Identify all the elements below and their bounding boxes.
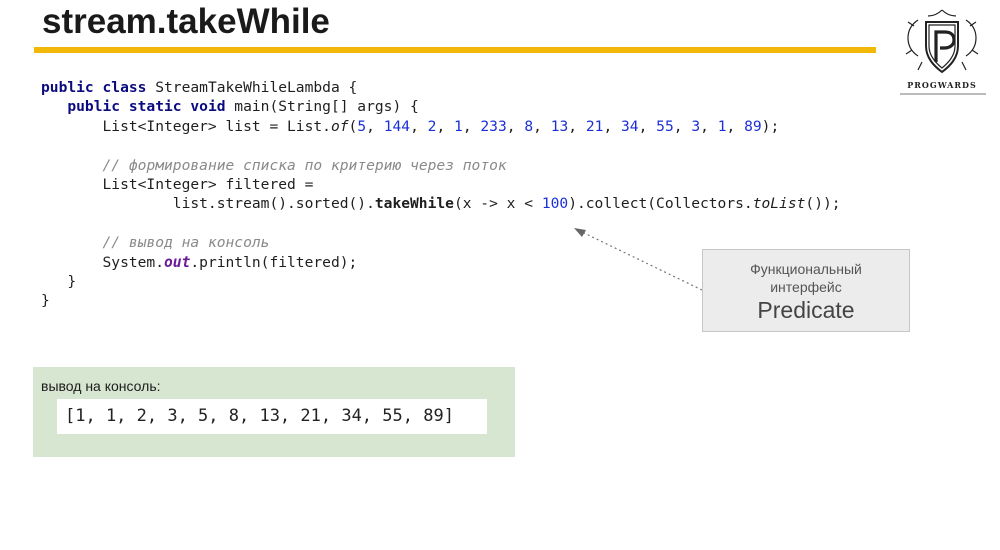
code-text: StreamTakeWhileLambda { <box>146 79 358 96</box>
code-number: 55 <box>656 117 674 135</box>
code-number: 1 <box>454 117 463 135</box>
callout-line-3: Predicate <box>757 297 855 323</box>
code-comment: // вывод на консоль <box>102 234 270 252</box>
code-line-2: public static void main(String[] args) { <box>41 97 841 116</box>
code-number: 100 <box>541 195 569 213</box>
code-keyword: public static void <box>67 98 226 116</box>
code-method: of <box>330 117 349 135</box>
code-number: 233 <box>480 117 507 135</box>
code-number: 34 <box>621 117 639 135</box>
callout-line-1: Функциональный <box>750 261 862 277</box>
code-comment: // формирование списка по критерию через… <box>102 156 507 174</box>
console-output-value: [1, 1, 2, 3, 5, 8, 13, 21, 34, 55, 89] <box>65 406 454 426</box>
code-field: out <box>164 253 191 271</box>
code-keyword: public class <box>41 79 147 96</box>
callout-line-2: интерфейс <box>770 279 842 295</box>
code-text: main(String[] args) { <box>225 98 419 116</box>
slide-title: stream.takeWhile <box>42 2 330 41</box>
code-number: 5 <box>357 117 367 135</box>
code-number: 13 <box>550 117 569 135</box>
code-line-3: List<Integer> list = List.of(5, 144, 2, … <box>41 117 780 135</box>
logo-subline <box>900 93 986 95</box>
title-underline <box>34 47 876 53</box>
code-text: List<Integer> filtered = <box>41 175 314 193</box>
code-number: 21 <box>585 117 604 135</box>
code-number: 89 <box>744 117 762 135</box>
console-output-label: вывод на консоль: <box>41 378 161 394</box>
code-line-7: list.stream().sorted().takeWhile(x -> x … <box>41 195 841 213</box>
code-method: toList <box>752 195 806 213</box>
code-number: 8 <box>524 117 534 135</box>
code-line-1: public class StreamTakeWhileLambda { <box>41 78 841 97</box>
code-line-6: List<Integer> filtered = <box>41 175 841 194</box>
console-output-box: [1, 1, 2, 3, 5, 8, 13, 21, 34, 55, 89] <box>57 399 487 434</box>
code-line-5: // формирование списка по критерию через… <box>41 156 841 175</box>
code-number: 3 <box>691 117 701 135</box>
console-output-panel: вывод на консоль: [1, 1, 2, 3, 5, 8, 13,… <box>33 367 515 457</box>
code-number: 1 <box>717 117 727 135</box>
code-number-list: 5, 144, 2, 1, 233, 8, 13, 21, 34, 55, 3,… <box>357 117 762 135</box>
code-method-takewhile: takeWhile <box>374 195 454 213</box>
logo-wordmark: PROGWARDS <box>907 80 977 90</box>
predicate-callout: Функциональный интерфейс Predicate <box>702 249 910 332</box>
code-number: 144 <box>383 117 411 135</box>
code-number: 2 <box>427 117 437 135</box>
